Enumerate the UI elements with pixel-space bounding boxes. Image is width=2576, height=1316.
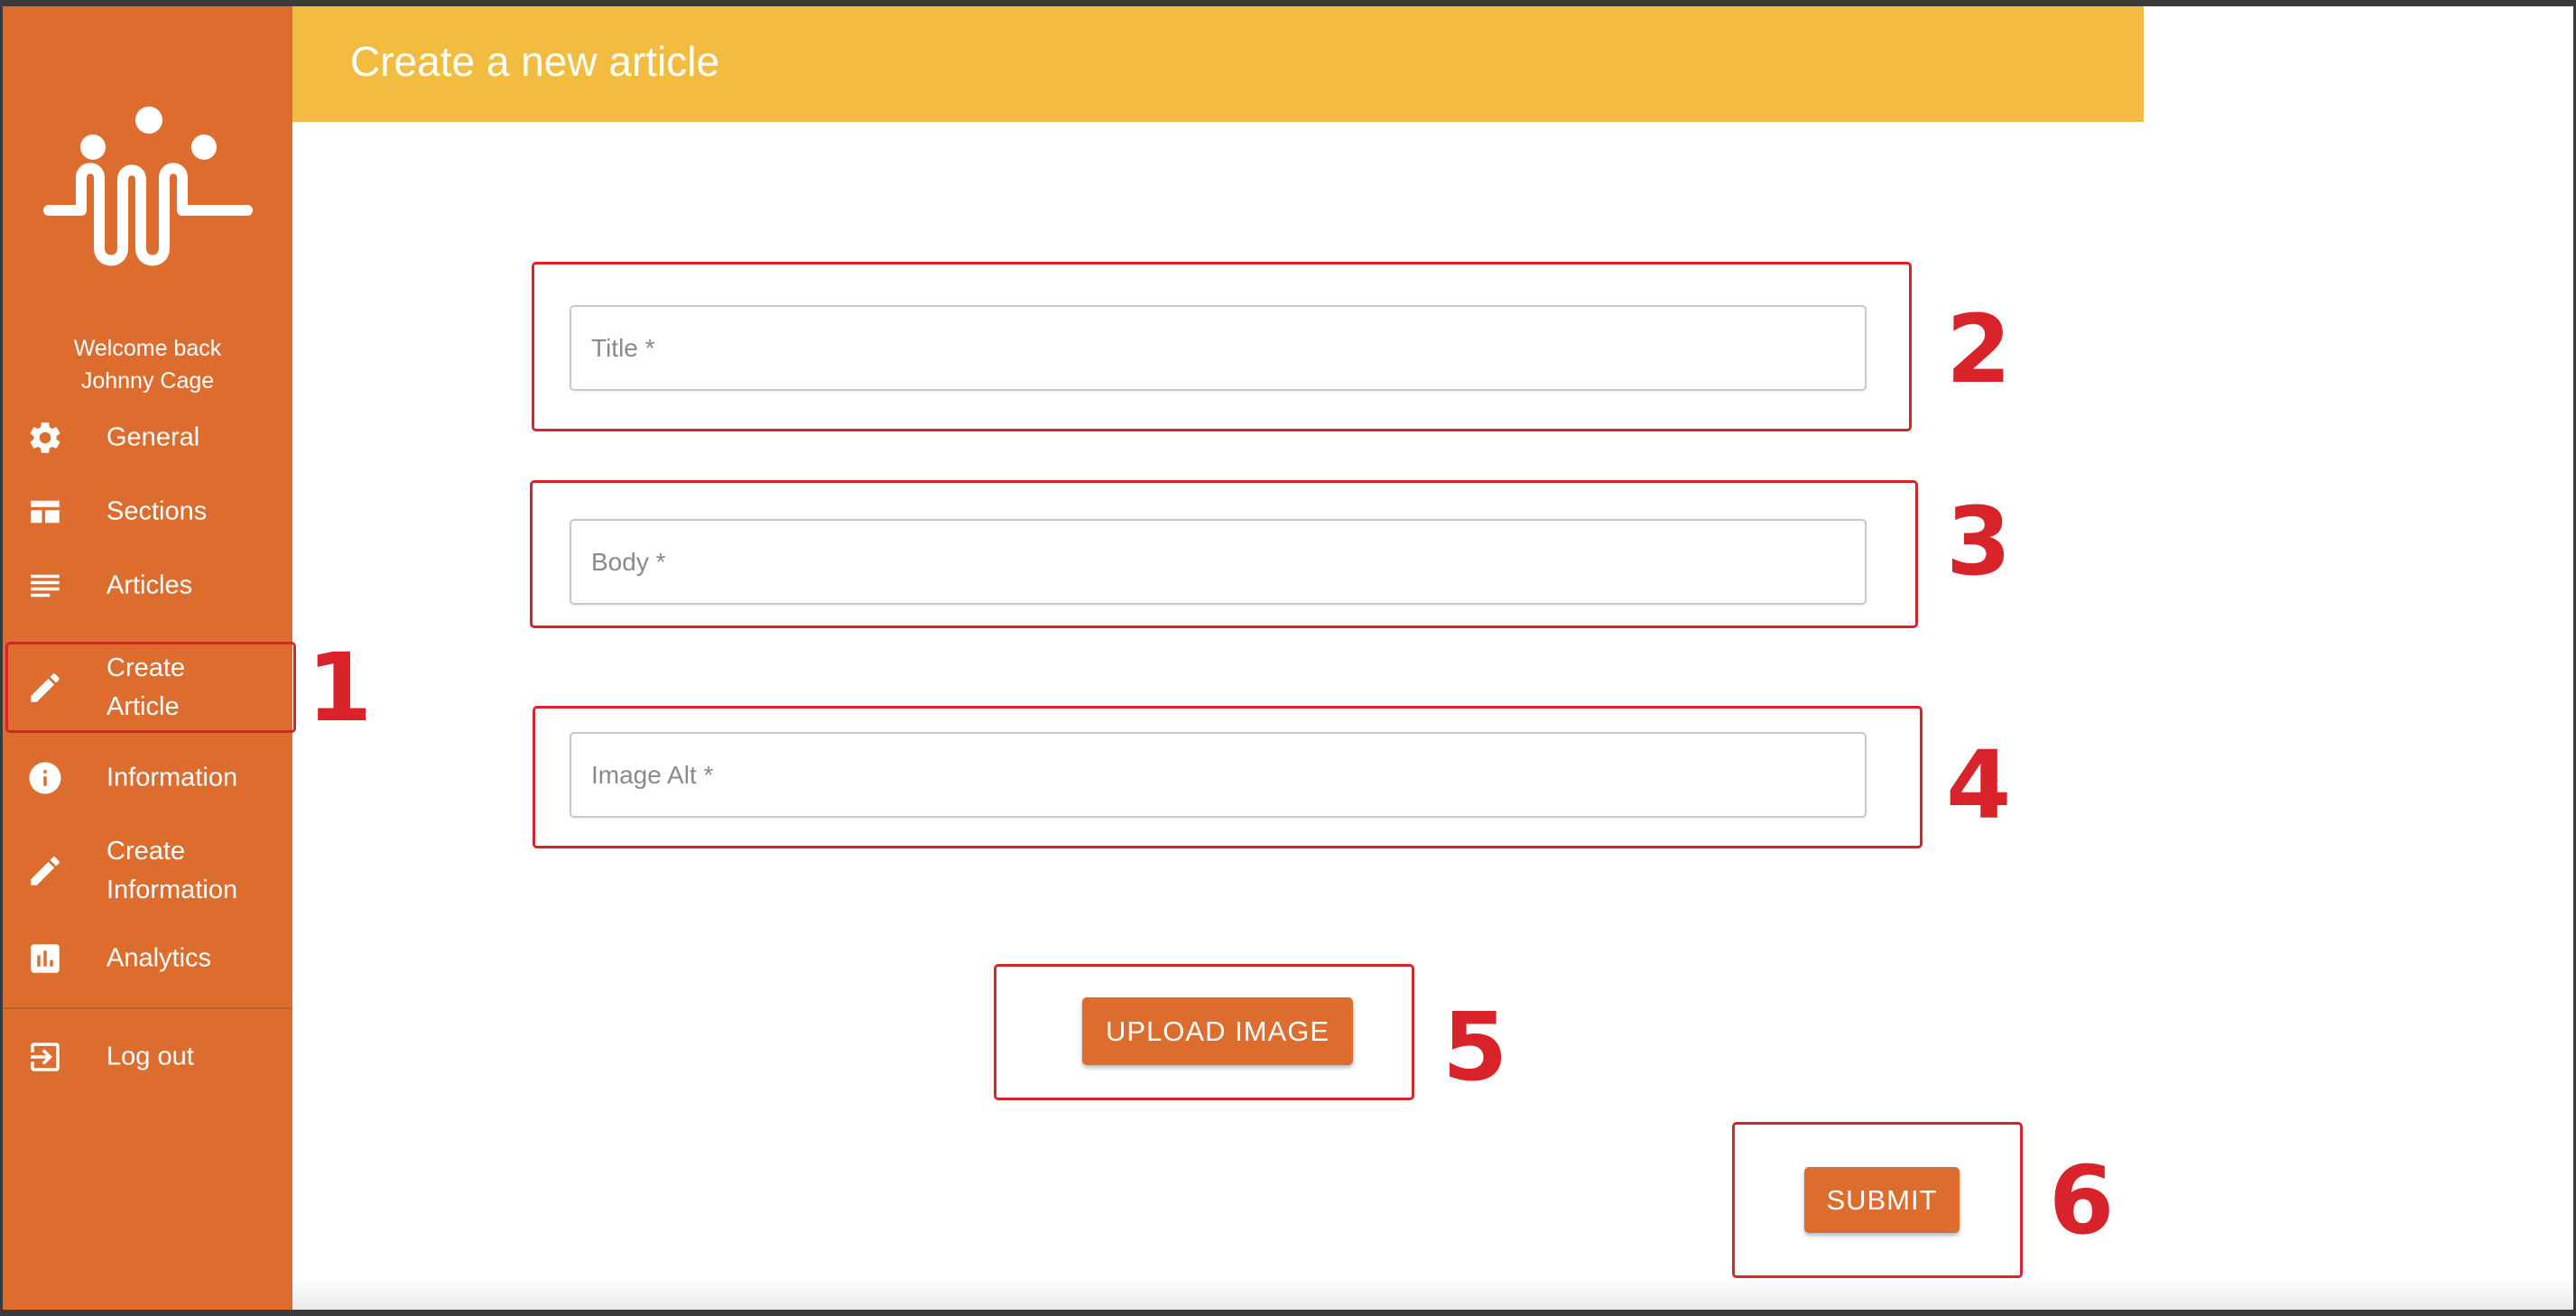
annotation-number-1: 1: [307, 633, 373, 743]
info-icon: [26, 759, 64, 797]
upload-image-button[interactable]: UPLOAD IMAGE: [1082, 997, 1353, 1065]
window-frame-bottom: [0, 1310, 2576, 1316]
submit-button[interactable]: SUBMIT: [1804, 1167, 1960, 1233]
gear-icon: [26, 419, 64, 457]
title-field[interactable]: [570, 305, 1867, 391]
articles-icon: [26, 567, 64, 605]
window-frame-left: [0, 0, 3, 1316]
sidebar-item-analytics[interactable]: Analytics: [3, 922, 292, 996]
app-logo: [43, 107, 253, 266]
sidebar-item-label: General: [107, 422, 200, 452]
image-alt-input[interactable]: [571, 734, 1865, 816]
sidebar-item-label: Create Information: [107, 837, 238, 904]
annotation-number-4: 4: [1946, 730, 2012, 840]
body-field[interactable]: [570, 519, 1867, 605]
annotation-number-2: 2: [1946, 294, 2012, 404]
sidebar-item-logout[interactable]: Log out: [3, 1020, 292, 1094]
body-input[interactable]: [571, 521, 1865, 603]
pencil-icon: [26, 852, 64, 890]
sidebar-item-label: Articles: [107, 570, 193, 600]
sidebar-item-label: Log out: [107, 1042, 194, 1071]
sidebar-item-label: Analytics: [107, 943, 212, 973]
sections-icon: [26, 493, 64, 531]
bottom-shadow: [292, 1277, 2573, 1310]
window-frame-top: [0, 0, 2576, 6]
sidebar-item-label: Sections: [107, 496, 208, 526]
title-input[interactable]: [571, 307, 1865, 389]
sidebar-item-articles[interactable]: Articles: [3, 549, 292, 623]
annotation-box-1: [5, 642, 296, 733]
sidebar-item-sections[interactable]: Sections: [3, 475, 292, 549]
sidebar-item-create-information[interactable]: Create Information: [3, 829, 292, 913]
welcome-message: Welcome back Johnny Cage: [73, 336, 222, 394]
sidebar-item-label: Information: [107, 763, 238, 792]
logout-icon: [26, 1038, 64, 1076]
image-alt-field[interactable]: [570, 732, 1867, 818]
annotation-number-6: 6: [2049, 1145, 2115, 1256]
page-title: Create a new article: [350, 38, 720, 85]
sidebar-divider: [3, 1007, 292, 1009]
sidebar-item-information[interactable]: Information: [3, 741, 292, 815]
annotation-number-3: 3: [1946, 487, 2012, 597]
annotation-number-5: 5: [1442, 992, 1508, 1102]
analytics-icon: [26, 940, 64, 978]
page-header: Create a new article: [292, 6, 2144, 122]
sidebar-item-general[interactable]: General: [3, 401, 292, 475]
